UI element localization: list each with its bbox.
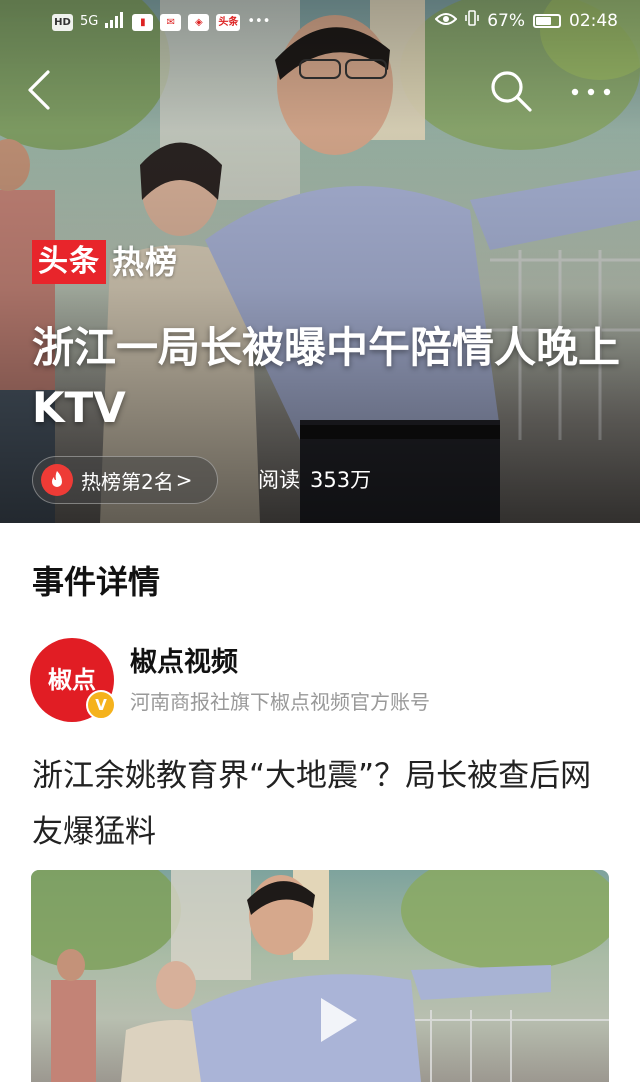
search-button[interactable] <box>488 68 534 114</box>
section-title: 事件详情 <box>32 563 161 601</box>
battery-icon <box>533 13 561 28</box>
read-count: 阅读 353万 <box>258 465 371 495</box>
back-arrow-icon <box>28 70 50 110</box>
hero-banner: HD 5G ▮ ✉ ◈ 头条 ••• 67% 02:48 头条 热榜 浙江一局长… <box>0 0 640 523</box>
video-thumbnail[interactable] <box>31 870 609 1082</box>
author-name[interactable]: 椒点视频 <box>130 644 238 682</box>
author-description: 河南商报社旗下椒点视频官方账号 <box>130 690 430 714</box>
vibrate-icon <box>465 10 480 31</box>
more-notifications-icon: ••• <box>247 14 271 29</box>
photo-notification-icon: ◈ <box>188 13 210 31</box>
read-count-value: 353万 <box>310 468 372 492</box>
hot-rank-badge[interactable]: 热榜第2名 > <box>32 456 218 504</box>
eye-icon <box>434 11 458 31</box>
status-left: HD 5G ▮ ✉ ◈ 头条 ••• <box>52 12 270 32</box>
battery-percent: 67% <box>487 10 525 31</box>
hot-list-tag: 头条 热榜 <box>32 240 178 284</box>
article-title[interactable]: 浙江余姚教育界“大地震”？局长被查后网友爆猛料 <box>32 748 616 860</box>
verified-badge-icon: V <box>86 690 116 720</box>
hero-title: 浙江一局长被曝中午陪情人晚上KTV <box>32 323 621 432</box>
tag-hotlist: 热榜 <box>112 243 179 281</box>
more-dots-icon <box>571 88 611 96</box>
chevron-right-icon: > <box>175 468 193 492</box>
toutiao-notification-icon: 头条 <box>216 13 241 31</box>
status-time: 02:48 <box>569 10 618 31</box>
status-bar: HD 5G ▮ ✉ ◈ 头条 ••• 67% 02:48 <box>0 0 640 44</box>
hot-rank-label: 热榜第2名 <box>81 469 174 494</box>
search-icon <box>491 71 532 112</box>
status-right: 67% 02:48 <box>434 10 618 31</box>
network-indicator: 5G <box>80 14 99 29</box>
tag-toutiao: 头条 <box>32 240 106 284</box>
hd-indicator: HD <box>52 13 73 31</box>
mail-notification-icon: ✉ <box>160 13 182 31</box>
more-button[interactable] <box>566 74 616 110</box>
signal-icon <box>105 12 125 32</box>
back-button[interactable] <box>22 68 62 112</box>
play-icon[interactable] <box>303 988 367 1052</box>
author-avatar[interactable]: 椒点 V <box>30 638 116 722</box>
fire-icon <box>41 464 73 496</box>
read-count-label: 阅读 <box>258 468 300 492</box>
app-notification-icon: ▮ <box>132 13 154 31</box>
